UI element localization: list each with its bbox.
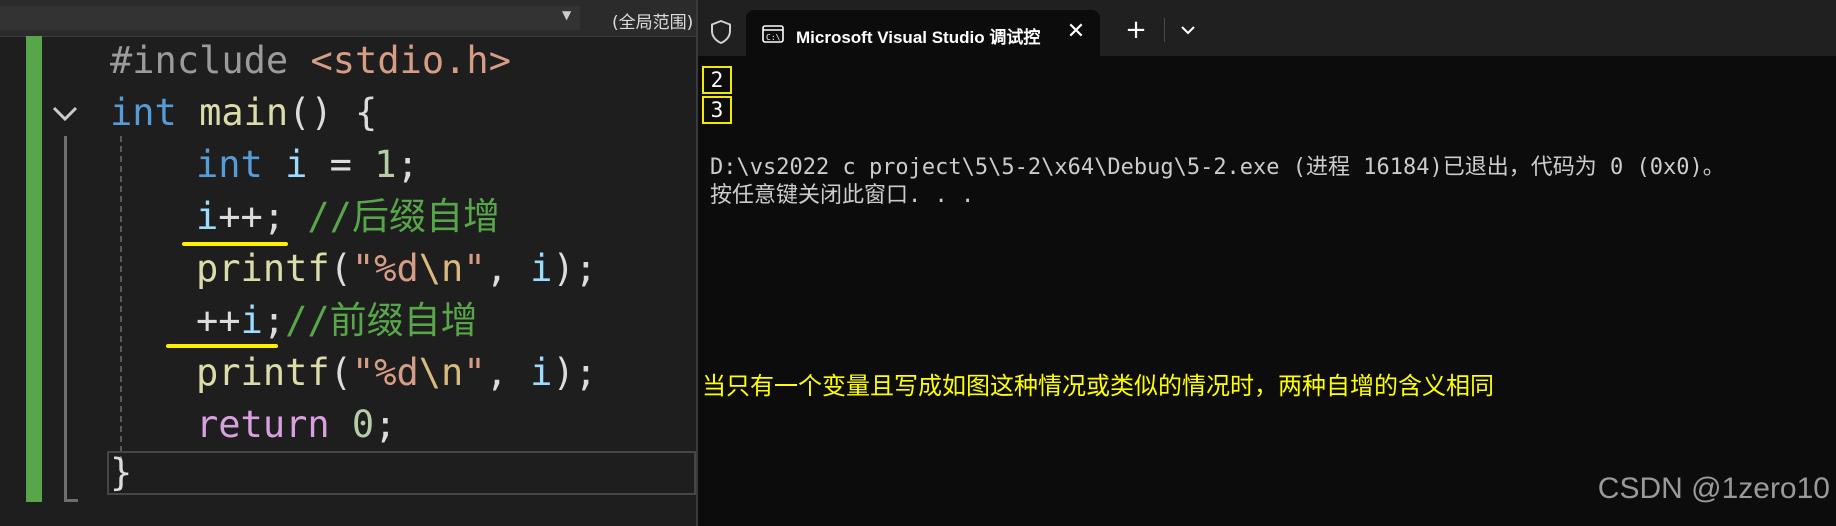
function-name: printf bbox=[196, 247, 330, 290]
tab-debug-console[interactable]: C:\ Microsoft Visual Studio 调试控 ✕ bbox=[746, 10, 1100, 56]
keyword: int bbox=[110, 91, 177, 134]
punctuation: ( bbox=[329, 351, 352, 394]
output-value: 3 bbox=[702, 96, 732, 124]
current-line-highlight bbox=[107, 451, 696, 495]
terminal-window[interactable]: C:\ Microsoft Visual Studio 调试控 ✕ + 2 3 … bbox=[696, 0, 1836, 526]
dropdown-arrow-icon[interactable]: ▼ bbox=[562, 8, 571, 22]
punctuation: ( bbox=[329, 247, 352, 290]
code-line-declare[interactable]: int i = 1; bbox=[196, 142, 419, 188]
tab-title: Microsoft Visual Studio 调试控 bbox=[796, 28, 1041, 45]
terminal-icon: C:\ bbox=[762, 25, 784, 43]
variable: i bbox=[196, 195, 219, 238]
punctuation: , bbox=[485, 351, 531, 394]
function-name: printf bbox=[196, 351, 330, 394]
project-dropdown[interactable] bbox=[0, 6, 580, 30]
semicolon: ; bbox=[396, 143, 419, 186]
variable: i bbox=[530, 351, 553, 394]
variable: i bbox=[262, 143, 308, 186]
shield-icon bbox=[711, 20, 731, 44]
code-line-close[interactable]: } bbox=[110, 450, 132, 496]
code-line-printf[interactable]: printf("%d\n", i); bbox=[196, 350, 597, 396]
keyword: int bbox=[196, 143, 263, 186]
number: 1 bbox=[374, 143, 397, 186]
semicolon: ; bbox=[262, 195, 286, 238]
divider bbox=[1164, 18, 1165, 42]
change-tracking-bar bbox=[26, 36, 42, 502]
indent-guide bbox=[120, 136, 122, 472]
fold-guide-end bbox=[64, 499, 78, 502]
variable: i bbox=[530, 247, 553, 290]
code-line-prefix[interactable]: ++i;//前缀自增 bbox=[196, 298, 478, 344]
string: "%d bbox=[351, 351, 419, 394]
punctuation: , bbox=[485, 247, 531, 290]
output-value: 2 bbox=[702, 66, 732, 94]
string: " bbox=[463, 247, 486, 290]
watermark: CSDN @1zero10 bbox=[1597, 472, 1830, 505]
variable: i bbox=[240, 299, 263, 342]
code-line-printf[interactable]: printf("%d\n", i); bbox=[196, 246, 597, 292]
fold-guide bbox=[64, 136, 67, 502]
exit-message: D:\vs2022 c project\5\5-2\x64\Debug\5-2.… bbox=[710, 155, 1725, 180]
plus-icon[interactable]: + bbox=[1122, 16, 1150, 44]
svg-text:C:\: C:\ bbox=[766, 33, 781, 42]
code-line-include[interactable]: #include <stdio.h> bbox=[110, 38, 511, 84]
string: " bbox=[463, 351, 486, 394]
include-directive: #include bbox=[110, 39, 289, 82]
chevron-down-icon[interactable] bbox=[1174, 18, 1202, 42]
operator: = bbox=[307, 143, 375, 186]
keyword: return bbox=[196, 403, 330, 446]
punctuation: () { bbox=[288, 91, 378, 134]
closing-brace: } bbox=[110, 451, 133, 494]
fold-chevron-icon[interactable] bbox=[50, 98, 80, 128]
highlight-underline bbox=[166, 344, 278, 348]
punctuation: ); bbox=[552, 247, 598, 290]
close-prompt: 按任意键关闭此窗口. . . bbox=[710, 183, 975, 208]
tab-bar: C:\ Microsoft Visual Studio 调试控 ✕ + bbox=[698, 0, 1836, 56]
function-name: main bbox=[176, 91, 289, 134]
operator: ++ bbox=[218, 195, 263, 238]
code-editor[interactable]: ▼ (全局范围) #include <stdio.h> int main() {… bbox=[0, 0, 696, 526]
scope-dropdown[interactable]: (全局范围) bbox=[612, 8, 693, 33]
include-file: <stdio.h> bbox=[288, 39, 511, 82]
code-line-return[interactable]: return 0; bbox=[196, 402, 397, 448]
comment: //前缀自增 bbox=[285, 299, 478, 342]
annotation-text: 当只有一个变量且写成如图这种情况或类似的情况时，两种自增的含义相同 bbox=[702, 372, 1494, 400]
string: "%d bbox=[351, 247, 419, 290]
close-icon[interactable]: ✕ bbox=[1064, 20, 1088, 44]
operator: ++ bbox=[196, 299, 241, 342]
navigation-bar: ▼ (全局范围) bbox=[0, 0, 696, 37]
semicolon: ; bbox=[374, 403, 397, 446]
number: 0 bbox=[329, 403, 375, 446]
comment: //后缀自增 bbox=[285, 195, 500, 238]
semicolon: ; bbox=[262, 299, 286, 342]
escape-sequence: \n bbox=[418, 247, 464, 290]
punctuation: ); bbox=[552, 351, 598, 394]
code-line-postfix[interactable]: i++; //后缀自增 bbox=[196, 194, 500, 240]
escape-sequence: \n bbox=[418, 351, 464, 394]
code-line-main[interactable]: int main() { bbox=[110, 90, 377, 136]
